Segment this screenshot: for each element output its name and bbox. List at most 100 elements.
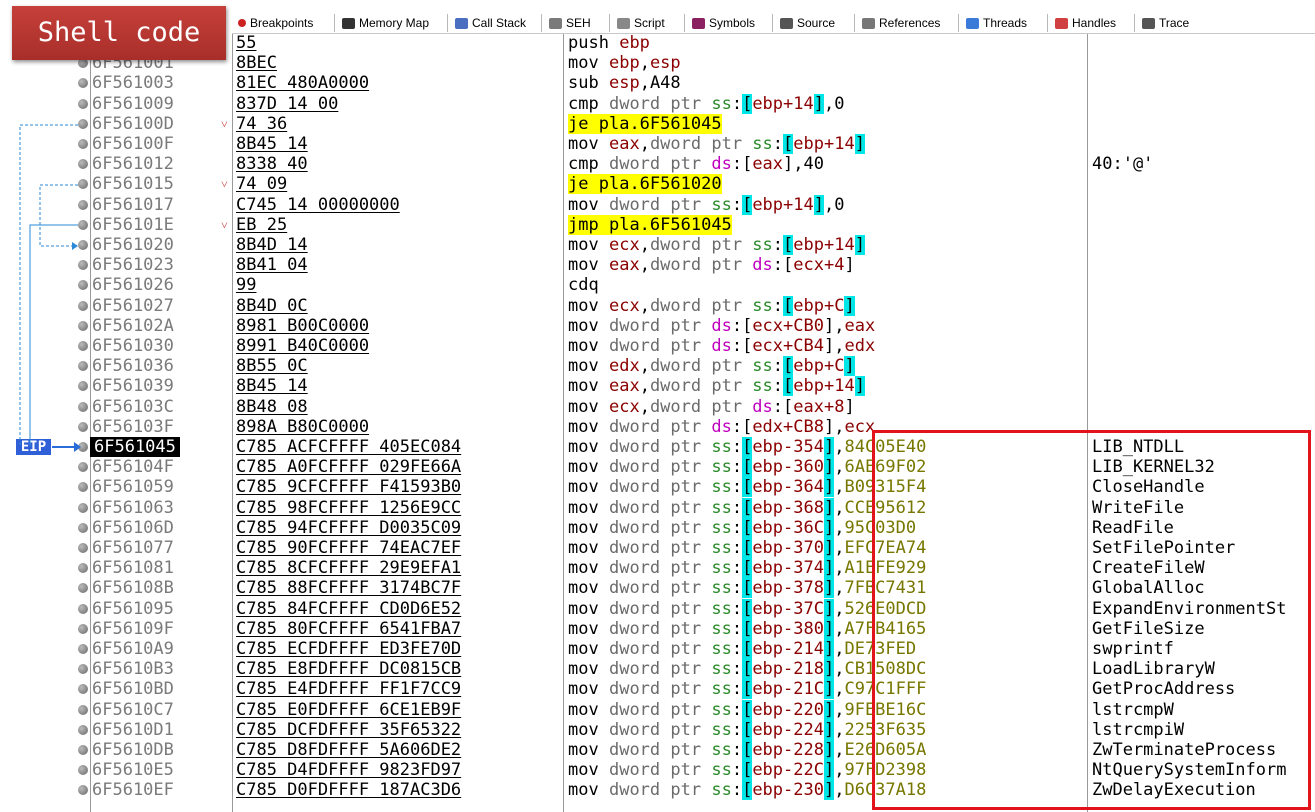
breakpoint-dot-icon[interactable] [78, 623, 88, 634]
row-bytes: 8B41 04 [236, 255, 308, 276]
row-address[interactable]: 6F561017 [92, 195, 174, 215]
operand-token: : [772, 295, 784, 316]
row-address[interactable]: 6F56101E [92, 215, 174, 235]
breakpoint-dot-icon[interactable] [78, 603, 88, 614]
operand-token: ] [854, 235, 865, 255]
operand-token: ecx+CB0 [752, 315, 824, 336]
tab-call-stack[interactable]: Call Stack [455, 14, 526, 32]
row-address[interactable]: 6F56103F [92, 417, 174, 437]
operand-space [599, 336, 609, 356]
tab-references[interactable]: References [862, 14, 940, 32]
listing-row[interactable]: 6F561030 8991 B40C0000 mov dword ptr ds:[e… [0, 336, 1315, 356]
breakpoint-dot-icon[interactable] [78, 522, 88, 533]
tab-breakpoints[interactable]: Breakpoints [238, 14, 313, 32]
breakpoint-dot-icon[interactable] [78, 745, 88, 755]
row-address[interactable]: 6F561063 [92, 498, 174, 518]
tab-memory-map[interactable]: Memory Map [342, 14, 429, 32]
operand-space [599, 599, 609, 619]
row-bytes: C785 80FCFFFF 6541FBA7 [236, 618, 462, 639]
breakpoint-dot-icon[interactable] [78, 724, 88, 735]
row-address[interactable]: 6F56103C [92, 397, 174, 417]
breakpoint-dot-icon[interactable] [78, 664, 88, 675]
tab-seh[interactable]: SEH [549, 14, 591, 32]
listing-row[interactable]: 6F561017 C745 14 00000000 mov dword ptr ss… [0, 194, 1315, 215]
row-address[interactable]: 6F561077 [92, 538, 174, 558]
row-bytes: 8B45 14 [236, 376, 308, 397]
tab-handles[interactable]: Handles [1055, 14, 1116, 32]
operand-token: ebp-218 [752, 659, 824, 680]
operand-space [599, 498, 609, 518]
listing-row[interactable]: 6F561026 99 cdq [0, 275, 1315, 295]
breakpoint-dot-icon[interactable] [78, 502, 88, 513]
row-address[interactable]: 6F561003 [92, 73, 174, 93]
row-address[interactable]: 6F561020 [92, 235, 174, 255]
row-address[interactable]: 6F561081 [92, 558, 174, 578]
operand-space [588, 113, 599, 134]
tab-script[interactable]: Script [617, 14, 665, 32]
operand-token: eax [844, 315, 876, 336]
row-address[interactable]: 6F56102A [92, 316, 174, 336]
row-address[interactable]: 6F561026 [92, 275, 174, 295]
listing-row[interactable]: 6F56100D ˅ 74 36 je pla.6F561045 [0, 113, 1315, 134]
breakpoint-dot-icon[interactable] [78, 765, 88, 776]
row-address[interactable]: 6F5610A9 [92, 639, 174, 659]
tab-source[interactable]: Source [780, 14, 835, 32]
row-address[interactable]: 6F5610E5 [92, 760, 174, 780]
listing-row[interactable]: 6F56101E ˅ EB 25 jmp pla.6F561045 [0, 214, 1315, 235]
breakpoint-dot-icon[interactable] [78, 583, 88, 594]
listing-row[interactable]: 6F56102A 8981 B00C0000 mov dword ptr ds:[e… [0, 316, 1315, 336]
tab-separator [684, 14, 685, 32]
operand-token: ss [711, 497, 732, 518]
tab-trace[interactable]: Trace [1142, 14, 1189, 32]
mnemonic: mov [568, 558, 599, 579]
breakpoint-dot-icon[interactable] [78, 785, 88, 796]
row-address[interactable]: 6F561012 [92, 154, 174, 174]
operand-token: , [834, 639, 845, 659]
row-address[interactable]: 6F5610BD [92, 679, 174, 699]
row-address[interactable]: 6F56100F [92, 134, 174, 154]
row-address[interactable]: 6F561039 [92, 376, 174, 396]
row-address[interactable]: 6F5610DB [92, 740, 174, 760]
tab-symbols[interactable]: Symbols [692, 14, 755, 32]
row-address[interactable]: 6F561030 [92, 336, 174, 356]
operand-token: , [834, 780, 845, 801]
listing-row[interactable]: 6F561036 8B55 0C mov edx,dword ptr ss:[ebp… [0, 356, 1315, 377]
row-address[interactable]: 6F561023 [92, 255, 174, 275]
listing-row[interactable]: 6F561009 837D 14 00 cmp dword ptr ss:[ebp+… [0, 93, 1315, 114]
breakpoint-dot-icon[interactable] [78, 704, 88, 715]
row-address[interactable]: 6F561059 [92, 477, 174, 497]
listing-row[interactable]: 6F561039 8B45 14 mov eax,dword ptr ss:[ebp… [0, 376, 1315, 397]
row-address[interactable]: 6F56104F [92, 457, 174, 477]
listing-row[interactable]: 6F561015 ˅ 74 09 je pla.6F561020 [0, 174, 1315, 195]
row-address[interactable]: 6F561027 [92, 296, 174, 316]
breakpoint-dot-icon[interactable] [78, 684, 88, 695]
row-address[interactable]: 6F561095 [92, 599, 174, 619]
listing-row[interactable]: 6F561003 81EC 480A0000 sub esp,A48 [0, 73, 1315, 93]
listing-row[interactable]: 6F561023 8B41 04 mov eax,dword ptr ds:[ecx… [0, 255, 1315, 275]
row-address[interactable]: 6F5610D1 [92, 720, 174, 740]
row-address[interactable]: 6F5610C7 [92, 700, 174, 720]
row-bytes: 8B48 08 [236, 396, 308, 417]
listing-row[interactable]: 6F561012 8338 40 cmp dword ptr ds:[eax],40… [0, 154, 1315, 174]
listing-row[interactable]: 6F561027 8B4D 0C mov ecx,dword ptr ss:[ebp… [0, 295, 1315, 316]
row-address[interactable]: 6F5610EF [92, 780, 174, 800]
row-address[interactable]: 6F56106D [92, 518, 174, 538]
breakpoint-dot-icon[interactable] [78, 543, 88, 553]
row-address[interactable]: 6F561009 [92, 94, 174, 114]
script-icon [617, 17, 630, 29]
tab-threads[interactable]: Threads [966, 14, 1027, 32]
listing-row[interactable]: 6F56103C 8B48 08 mov ecx,dword ptr ds:[eax… [0, 397, 1315, 417]
mnemonic: mov [568, 517, 599, 538]
row-address[interactable]: 6F56108B [92, 578, 174, 598]
row-address[interactable]: 6F56109F [92, 619, 174, 639]
row-address[interactable]: 6F5610B3 [92, 659, 174, 679]
row-address[interactable]: 6F561036 [92, 356, 174, 376]
listing-row[interactable]: 6F56100F 8B45 14 mov eax,dword ptr ss:[ebp… [0, 134, 1315, 154]
mnemonic: mov [568, 134, 599, 154]
row-address[interactable]: 6F56100D [92, 114, 174, 134]
breakpoint-dot-icon[interactable] [78, 563, 88, 574]
breakpoint-dot-icon[interactable] [78, 644, 88, 654]
row-address[interactable]: 6F561015 [92, 174, 174, 194]
listing-row[interactable]: 6F561020 8B4D 14 mov ecx,dword ptr ss:[ebp… [0, 235, 1315, 255]
row-address[interactable]: 6F561045 [90, 437, 180, 457]
